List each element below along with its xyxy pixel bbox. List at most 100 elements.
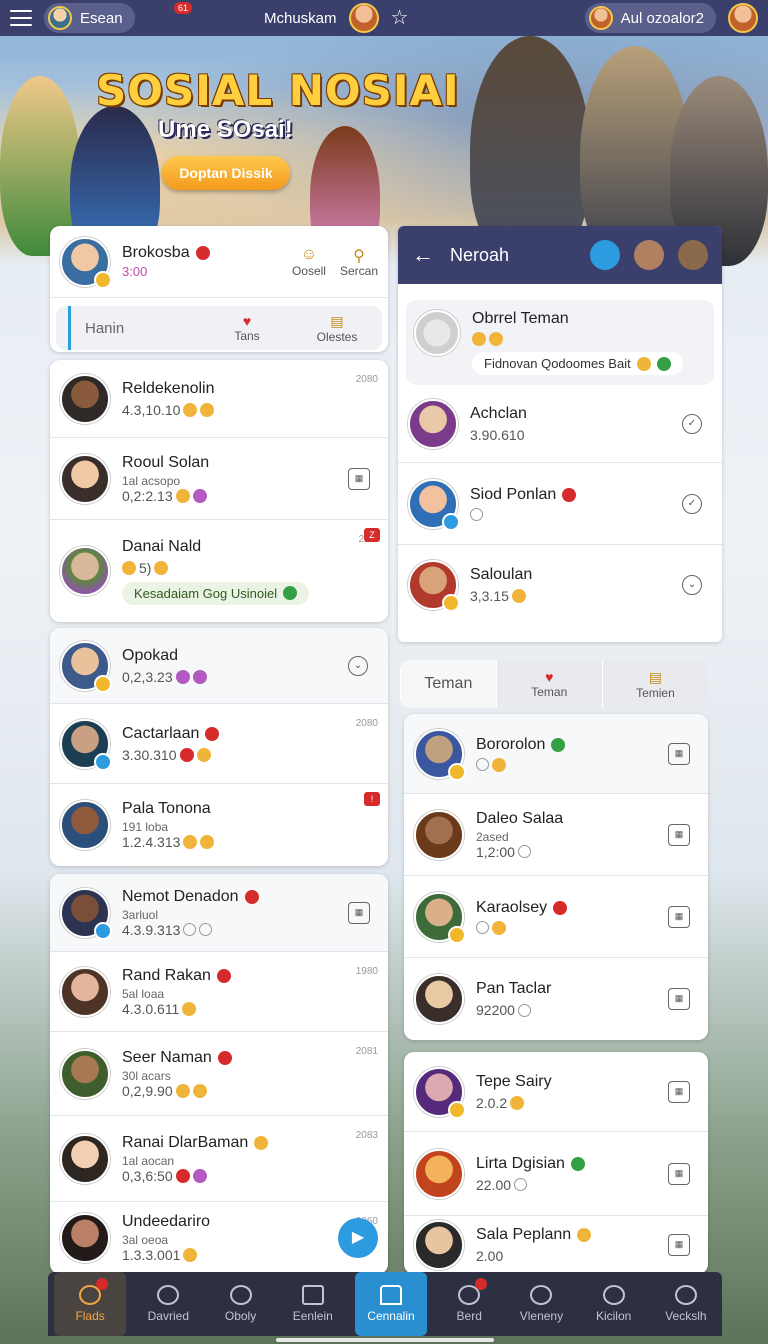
search-icon: ⚲ <box>353 247 365 265</box>
friend-score: 4.3,10.10 <box>122 401 181 418</box>
document-icon: ▤ <box>330 312 344 329</box>
profile-card-name: Brokosba <box>122 244 190 261</box>
nav-vleneny[interactable]: Vleneny <box>505 1272 577 1336</box>
friend-score: 4.3.0.611 <box>122 1000 180 1017</box>
list-item[interactable]: Nemot Denadon 3arluol 4.3.9.313 ▦ <box>50 874 388 952</box>
gift-icon[interactable] <box>634 240 664 270</box>
settings-icon[interactable] <box>678 240 708 270</box>
nav-oboly[interactable]: Oboly <box>204 1272 276 1336</box>
banner-cta-button[interactable]: Doptan Dissik <box>162 156 290 190</box>
activity-chip[interactable]: Fidnovan Qodoomes Bait <box>472 352 683 375</box>
heart-icon: ♥ <box>242 313 252 329</box>
star-icon[interactable]: ☆ <box>391 8 409 28</box>
settings-icon <box>602 1285 625 1305</box>
chat-header: ← Neroah <box>398 226 722 284</box>
back-arrow-icon[interactable]: ← <box>412 242 434 268</box>
tab-teman-2[interactable]: ♥ Teman <box>495 660 602 708</box>
avatar <box>414 1066 466 1119</box>
oosell-button[interactable]: ☺ Oosell <box>292 246 326 278</box>
profile-avatar-large[interactable] <box>60 236 112 289</box>
message-icon[interactable]: ▦ <box>668 905 690 928</box>
message-icon[interactable]: ▦ <box>348 467 370 490</box>
list-item[interactable]: Obrrel Teman Fidnovan Qodoomes Bait <box>406 300 714 385</box>
account-pill[interactable]: Aul ozoalor2 <box>584 3 716 33</box>
profile-avatar[interactable] <box>728 3 758 33</box>
menu-icon[interactable] <box>10 10 32 26</box>
nav-eenlein[interactable]: Eenlein <box>277 1272 349 1336</box>
avatar <box>60 1048 110 1099</box>
tab-teman[interactable]: Teman <box>400 660 496 708</box>
play-button[interactable]: ▶ <box>338 1218 378 1258</box>
video-call-icon[interactable] <box>590 240 620 270</box>
friends-icon <box>379 1285 402 1305</box>
message-icon[interactable]: ▦ <box>668 988 690 1010</box>
home-indicator[interactable] <box>276 1338 494 1342</box>
nav-berd[interactable]: Berd <box>433 1272 505 1336</box>
account-avatar <box>588 6 613 30</box>
account-name: Aul ozoalor2 <box>620 9 704 27</box>
friend-list-group: Reldekenolin 4.3,10.10 2080 Rooul Solan … <box>50 360 388 622</box>
nav-flads[interactable]: Flads <box>54 1272 127 1336</box>
list-item[interactable]: Rand Rakan 5al loaa 4.3.0.611 1980 <box>50 952 388 1032</box>
list-item[interactable]: Pala Tonona 191 loba 1.2.4.313 ! <box>50 784 388 866</box>
message-icon[interactable]: ▦ <box>348 901 370 924</box>
list-item[interactable]: Achclan 3.90.610 ✓ <box>398 385 722 463</box>
friend-name: Rooul Solan <box>122 453 210 471</box>
avatar <box>408 560 460 612</box>
friend-name: Obrrel Teman <box>472 310 569 327</box>
center-avatar[interactable] <box>348 3 379 33</box>
tab-temien[interactable]: ▤ Temien <box>601 660 708 708</box>
message-icon[interactable]: ▦ <box>668 823 690 846</box>
list-item[interactable]: Siod Ponlan ✓ <box>398 463 722 545</box>
nav-davried[interactable]: Davried <box>132 1272 204 1336</box>
list-item[interactable]: Reldekenolin 4.3,10.10 2080 <box>50 360 388 438</box>
friend-score: 3.30.310 <box>122 746 177 763</box>
list-item[interactable]: Sala Peplann 2.00 ▦ <box>404 1216 708 1274</box>
list-item[interactable]: Daleo Salaa 2ased 1,2:00 ▦ <box>404 794 708 876</box>
list-item[interactable]: Cactarlaan 3.30.310 2080 <box>50 704 388 784</box>
notification-badge: Z <box>364 528 380 542</box>
add-friend-icon[interactable]: ⌄ <box>682 575 702 595</box>
avatar <box>60 887 112 940</box>
profile-pill[interactable]: Esean <box>44 3 135 33</box>
message-icon[interactable]: ▦ <box>668 1162 690 1185</box>
friend-score: 1.3.3.001 <box>122 1247 181 1263</box>
activity-chip[interactable]: Kesadaiam Gog Usinoiel <box>122 581 310 605</box>
add-friend-icon[interactable]: ✓ <box>682 493 702 514</box>
list-item[interactable]: Opokad 0,2,3.23 ⌄ <box>50 628 388 704</box>
avatar <box>408 478 460 531</box>
list-item[interactable]: Pan Taclar 92200 ▦ <box>404 958 708 1040</box>
avatar <box>60 373 110 424</box>
list-item[interactable]: Lirta Dgisian 22.00 ▦ <box>404 1132 708 1216</box>
search-button[interactable]: ⚲ Sercan <box>340 246 378 278</box>
add-friend-icon[interactable]: ⌄ <box>348 655 368 676</box>
tab-olestes[interactable]: ▤ Olestes <box>292 313 382 344</box>
friend-name: Ranai DlarBaman <box>122 1133 249 1151</box>
list-item[interactable]: Undeedariro 3al oeoa 1.3.3.001 2060 ▶ <box>50 1202 388 1274</box>
nav-cennalin[interactable]: Cennalin <box>354 1272 428 1336</box>
list-item[interactable]: Karaolsey ▦ <box>404 876 708 958</box>
list-item[interactable]: Saloulan 3,3.15 ⌄ <box>398 545 722 625</box>
add-friend-icon[interactable]: ✓ <box>682 413 702 434</box>
profile-card: Brokosba 3:00 ☺ Oosell ⚲ Sercan Hanin ♥ Tan… <box>50 226 388 352</box>
avatar <box>60 718 112 771</box>
timestamp: 2081 <box>355 1046 378 1057</box>
list-item[interactable]: Bororolon ▦ <box>404 714 708 794</box>
message-icon[interactable]: ▦ <box>668 1080 690 1103</box>
list-item[interactable]: Danai Nald 5) Kesadaiam Gog Usinoiel 21/… <box>50 520 388 622</box>
search-input[interactable]: Hanin <box>68 306 202 350</box>
avatar <box>60 1133 110 1184</box>
avatar <box>408 398 458 449</box>
list-item[interactable]: Tepe Sairy 2.0.2 ▦ <box>404 1052 708 1132</box>
tab-tans[interactable]: ♥ Tans <box>202 313 292 343</box>
nav-kicilon[interactable]: Kicilon <box>578 1272 650 1336</box>
nav-veckslh[interactable]: Veckslh <box>650 1272 722 1336</box>
friend-score: 3.90.610 <box>470 426 525 443</box>
list-item[interactable]: Ranai DlarBaman 1al aocan 0,3,6:50 2083 <box>50 1116 388 1202</box>
app-title: Mchuskam <box>264 9 337 27</box>
list-item[interactable]: Rooul Solan 1al acsopo 0,2:2.13 ▦ <box>50 438 388 520</box>
message-icon[interactable]: ▦ <box>668 1234 690 1256</box>
avatar <box>414 310 460 356</box>
message-icon[interactable]: ▦ <box>668 742 690 765</box>
list-item[interactable]: Seer Naman 30l acars 0,2,9.90 2081 <box>50 1032 388 1116</box>
